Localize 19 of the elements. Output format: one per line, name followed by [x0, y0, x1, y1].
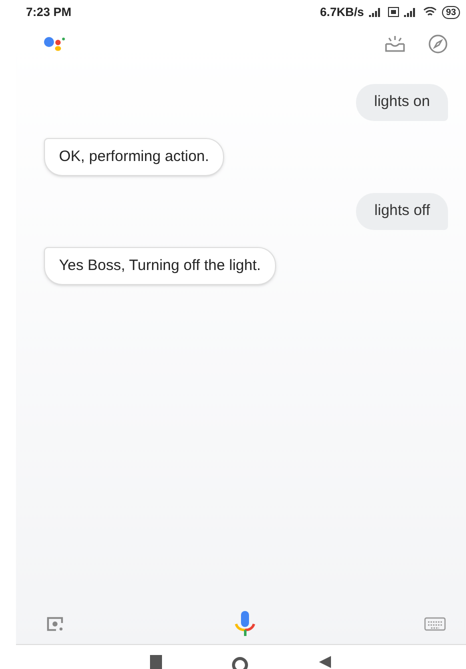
- assistant-message-bubble: Yes Boss, Turning off the light.: [44, 246, 276, 285]
- signal-icon: [368, 7, 383, 17]
- home-button[interactable]: [232, 657, 248, 669]
- compass-icon[interactable]: [428, 34, 448, 54]
- microphone-icon[interactable]: [232, 610, 258, 638]
- back-button[interactable]: [318, 655, 332, 669]
- sim-icon: [388, 7, 399, 17]
- battery-indicator: 93: [442, 6, 460, 18]
- signal-icon: [404, 7, 418, 17]
- inbox-icon[interactable]: [384, 35, 406, 53]
- assistant-logo-icon: [43, 36, 67, 52]
- wifi-icon: [422, 7, 437, 17]
- network-speed: 6.7KB/s: [320, 4, 364, 21]
- keyboard-icon[interactable]: [424, 617, 446, 631]
- user-message-bubble: lights on: [356, 84, 448, 120]
- lens-icon[interactable]: [46, 615, 66, 633]
- status-time: 7:23 PM: [26, 4, 72, 21]
- assistant-message-bubble: OK, performing action.: [44, 138, 224, 176]
- user-message-bubble: lights off: [356, 193, 448, 230]
